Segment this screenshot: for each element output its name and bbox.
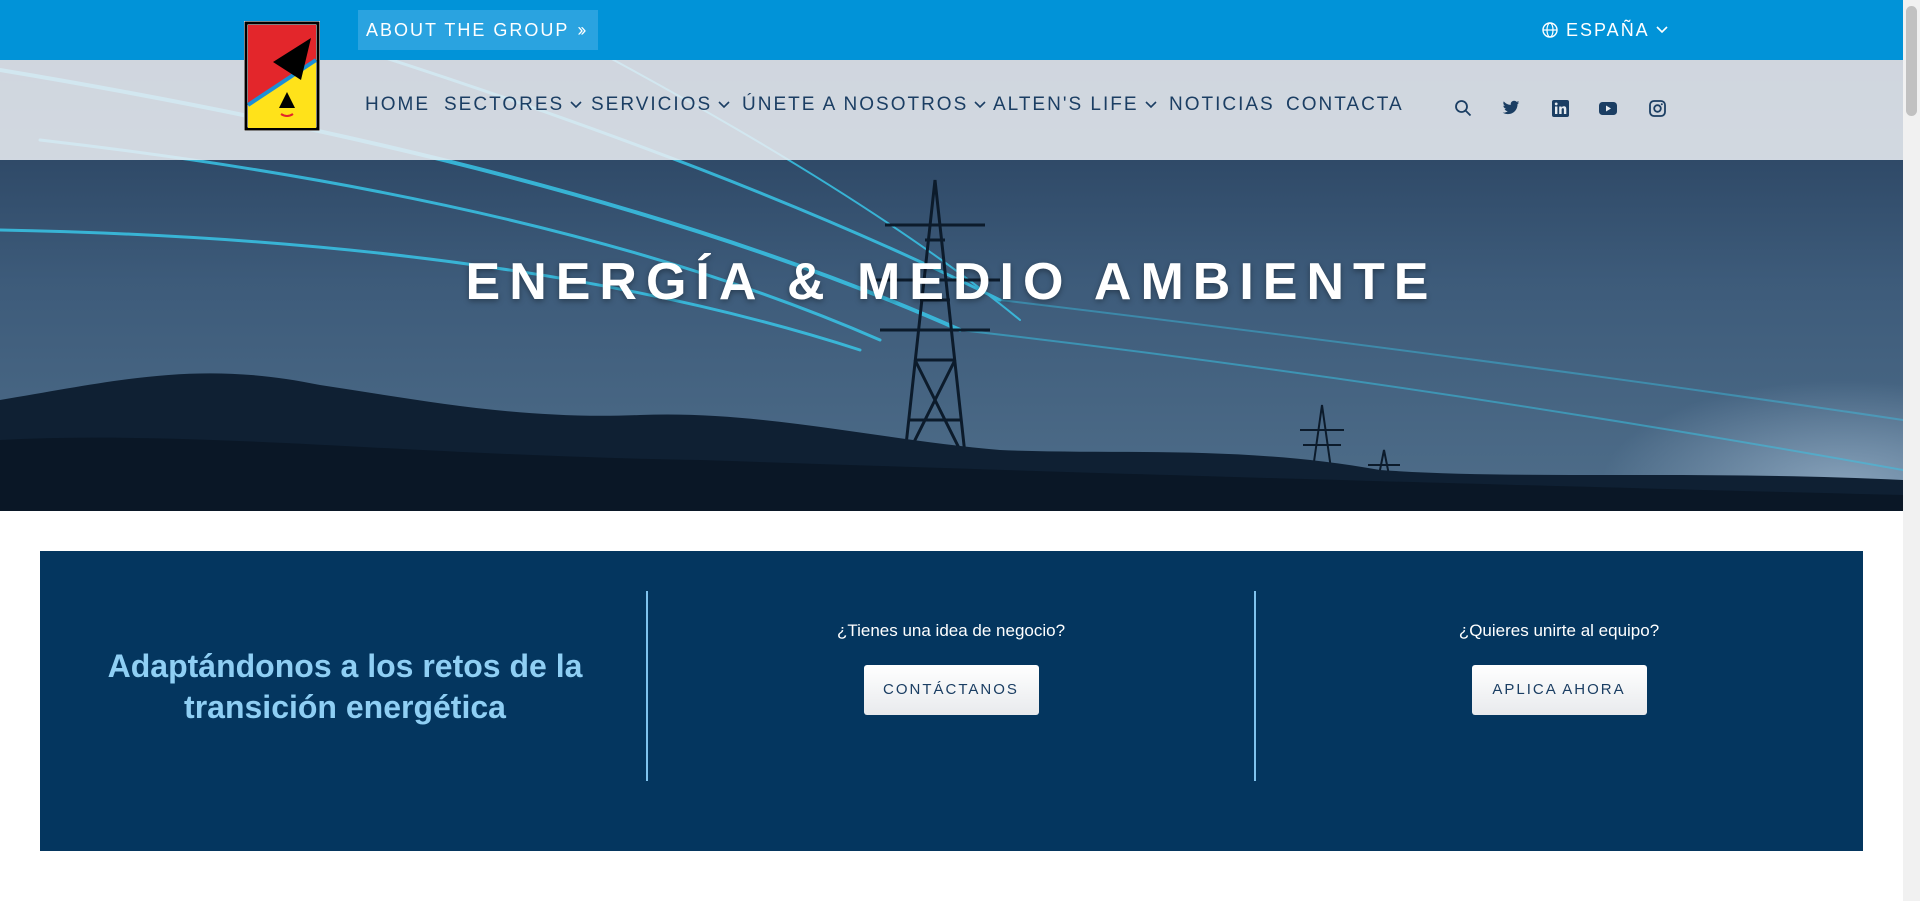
nav-servicios[interactable]: SERVICIOS (591, 92, 730, 118)
nav-home[interactable]: HOME (365, 92, 430, 118)
nav-sectores-label: SECTORES (444, 94, 565, 115)
apply-now-button[interactable]: APLICA AHORA (1471, 665, 1647, 715)
nav-unete-label: ÚNETE A NOSOTROS (742, 94, 969, 115)
divider (1254, 591, 1256, 781)
nav-noticias-label: NOTICIAS (1169, 94, 1275, 115)
band-headline: Adaptándonos a los retos de la transició… (107, 648, 583, 725)
language-label: ESPAÑA (1566, 19, 1650, 40)
contact-button[interactable]: CONTÁCTANOS (863, 665, 1039, 715)
instagram-icon[interactable] (1646, 97, 1668, 119)
alten-logo[interactable] (243, 20, 321, 132)
youtube-icon[interactable] (1597, 97, 1619, 119)
double-chevron-right-icon: ›› (577, 19, 586, 40)
linkedin-icon[interactable] (1549, 97, 1571, 119)
scrollbar-thumb[interactable] (1906, 6, 1917, 116)
nav-contacta[interactable]: CONTACTA (1286, 92, 1404, 118)
about-the-group-label: ABOUT THE GROUP (366, 19, 570, 40)
nav-home-label: HOME (365, 94, 430, 115)
twitter-icon[interactable] (1500, 97, 1522, 119)
about-the-group-button[interactable]: ABOUT THE GROUP ›› (358, 10, 598, 50)
language-selector[interactable]: ESPAÑA (1542, 18, 1668, 42)
business-idea-question: ¿Tienes una idea de negocio? (836, 621, 1066, 640)
chevron-down-icon (974, 101, 986, 109)
scrollbar[interactable] (1903, 0, 1920, 901)
business-idea-block: ¿Tienes una idea de negocio? CONTÁCTANOS (751, 621, 1151, 715)
search-icon[interactable] (1452, 97, 1474, 119)
nav-contacta-label: CONTACTA (1286, 94, 1404, 115)
info-band: Adaptándonos a los retos de la transició… (40, 551, 1863, 851)
nav-unete[interactable]: ÚNETE A NOSOTROS (742, 92, 986, 118)
globe-icon (1542, 22, 1558, 38)
nav-sectores[interactable]: SECTORES (444, 92, 582, 118)
nav-altens-life[interactable]: ALTEN'S LIFE (993, 92, 1157, 118)
page: ABOUT THE GROUP ›› ESPAÑA HOME SECTORES … (0, 0, 1903, 901)
nav-servicios-label: SERVICIOS (591, 94, 713, 115)
chevron-down-icon (1656, 26, 1668, 34)
page-title: ENERGÍA & MEDIO AMBIENTE (465, 253, 1438, 311)
chevron-down-icon (1144, 101, 1157, 109)
nav-altens-life-label: ALTEN'S LIFE (993, 94, 1139, 115)
nav-noticias[interactable]: NOTICIAS (1169, 92, 1275, 118)
chevron-down-icon (570, 101, 582, 109)
join-team-block: ¿Quieres unirte al equipo? APLICA AHORA (1359, 621, 1759, 715)
chevron-down-icon (718, 101, 730, 109)
divider (646, 591, 648, 781)
join-team-question: ¿Quieres unirte al equipo? (1458, 621, 1660, 640)
